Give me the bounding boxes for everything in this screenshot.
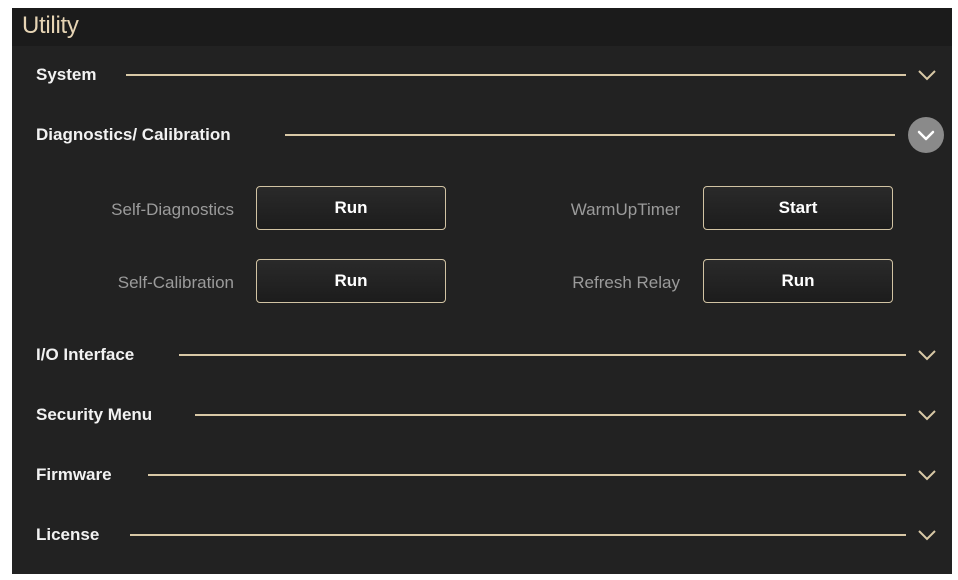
section-divider — [195, 414, 906, 416]
section-license[interactable]: License — [12, 515, 952, 555]
refresh-relay-label: Refresh Relay — [572, 273, 680, 292]
self-diagnostics-run-button[interactable]: Run — [256, 186, 446, 230]
chevron-down-circle-icon[interactable] — [908, 117, 944, 153]
chevron-down-icon[interactable] — [916, 344, 938, 366]
title-bar: Utility — [12, 8, 952, 46]
chevron-down-icon[interactable] — [916, 404, 938, 426]
section-firmware[interactable]: Firmware — [12, 455, 952, 495]
section-divider — [285, 134, 895, 136]
chevron-down-icon[interactable] — [916, 64, 938, 86]
section-firmware-label: Firmware — [36, 465, 112, 484]
utility-panel: Utility System Diagnostics/ Calibration … — [12, 8, 952, 574]
section-diagnostics-calibration[interactable]: Diagnostics/ Calibration — [12, 115, 952, 155]
section-io-interface-label: I/O Interface — [36, 345, 135, 364]
section-security-menu-label: Security Menu — [36, 405, 153, 424]
refresh-relay-run-button[interactable]: Run — [703, 259, 893, 303]
self-diagnostics-label: Self-Diagnostics — [111, 200, 234, 219]
self-calibration-run-button[interactable]: Run — [256, 259, 446, 303]
section-diagnostics-label: Diagnostics/ Calibration — [36, 125, 231, 144]
section-divider — [126, 74, 906, 76]
section-divider — [130, 534, 906, 536]
window-title: Utility — [22, 12, 79, 39]
section-divider — [148, 474, 906, 476]
chevron-down-icon[interactable] — [916, 464, 938, 486]
section-license-label: License — [36, 525, 100, 544]
self-calibration-label: Self-Calibration — [117, 273, 234, 292]
section-system[interactable]: System — [12, 55, 952, 95]
chevron-down-icon[interactable] — [916, 524, 938, 546]
warm-up-timer-label: WarmUpTimer — [570, 200, 680, 219]
warm-up-timer-start-button[interactable]: Start — [703, 186, 893, 230]
section-divider — [179, 354, 906, 356]
section-security-menu[interactable]: Security Menu — [12, 395, 952, 435]
section-system-label: System — [36, 65, 97, 84]
section-io-interface[interactable]: I/O Interface — [12, 335, 952, 375]
